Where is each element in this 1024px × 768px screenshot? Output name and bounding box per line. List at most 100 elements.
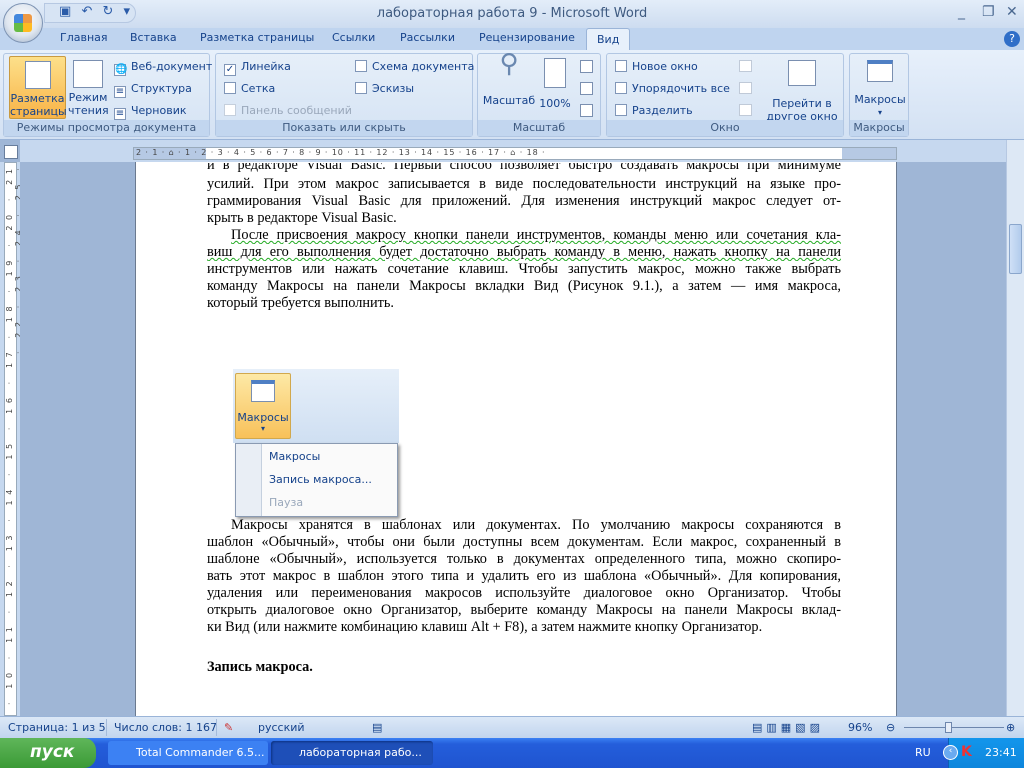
group-label: Режимы просмотра документа [4, 120, 209, 136]
window-title: лабораторная работа 9 - Microsoft Word [376, 6, 648, 21]
horizontal-ruler[interactable]: 2 · 1 · ⌂ · 1 · 2 · 3 · 4 · 5 · 6 · 7 · … [133, 147, 897, 160]
page-count[interactable]: Страница: 1 из 5 [8, 721, 106, 734]
draft-icon: ≡ [114, 108, 126, 120]
group-label: Окно [607, 120, 843, 136]
minimize-button[interactable]: _ [958, 4, 965, 20]
tab-page-layout[interactable]: Разметка страницы [200, 31, 314, 44]
close-button[interactable]: ✕ [1006, 4, 1018, 20]
ribbon: Разметка страницы Режим чтения 🌐 Веб-доку… [0, 50, 1024, 140]
thumbnails-checkbox[interactable]: Эскизы [355, 82, 414, 95]
macros-button[interactable]: Макросы ▾ [853, 60, 907, 119]
new-window-button[interactable]: Новое окно [615, 60, 698, 73]
system-tray: ‹ K 23:41 [943, 738, 1024, 768]
zoom-slider-thumb[interactable] [945, 722, 952, 733]
draft-button[interactable]: ≡ Черновик [114, 104, 187, 120]
message-bar-checkbox: Панель сообщений [224, 104, 352, 117]
group-macros: Макросы ▾ Макросы [849, 53, 909, 137]
tab-references[interactable]: Ссылки [332, 31, 375, 44]
help-icon[interactable]: ? [1004, 31, 1020, 47]
tab-review[interactable]: Рецензирование [479, 31, 575, 44]
vertical-scrollbar[interactable] [1006, 140, 1024, 716]
group-show-hide: ✓ Линейка Сетка Панель сообщений Схема до… [215, 53, 474, 137]
paragraph-3: Макросы хранятся в шаблонах или документ… [207, 517, 841, 635]
ruler-checkbox[interactable]: ✓ Линейка [224, 60, 291, 76]
kaspersky-icon[interactable]: K [961, 744, 972, 760]
tab-insert[interactable]: Вставка [130, 31, 177, 44]
macro-record-icon[interactable]: ▤ [372, 721, 382, 734]
checkmark-icon: ✓ [224, 64, 236, 76]
outline-icon: ≡ [114, 86, 126, 98]
page-icon [24, 61, 51, 89]
group-label: Макросы [850, 120, 908, 136]
language[interactable]: русский [258, 721, 305, 734]
view-buttons[interactable]: ▤▥▦▧▨ [752, 721, 824, 734]
clock: 23:41 [985, 746, 1017, 759]
page-100-icon [544, 58, 566, 88]
tab-home[interactable]: Главная [60, 31, 108, 44]
status-bar: Страница: 1 из 5 Число слов: 1 167 ✎ рус… [0, 716, 1024, 738]
outline-button[interactable]: ≡ Структура [114, 82, 192, 98]
save-icon[interactable]: ▣ [59, 4, 71, 19]
split-button[interactable]: Разделить [615, 104, 693, 117]
task-total-commander[interactable]: Total Commander 6.5... [108, 741, 268, 765]
zoom-button[interactable]: ⚲ Масштаб [482, 51, 536, 107]
split-icon [615, 104, 627, 116]
paragraph-1: и в редакторе Visual Basic. Первый спосо… [207, 163, 841, 226]
taskbar: пуск Total Commander 6.5... лабораторная… [0, 738, 1024, 768]
language-indicator[interactable]: RU [915, 746, 931, 759]
undo-icon[interactable]: ↶ [81, 4, 92, 19]
full-screen-reading-button[interactable]: Режим чтения [68, 56, 109, 119]
macros-icon [251, 380, 275, 402]
page-width-icon[interactable] [580, 104, 593, 117]
one-page-icon[interactable] [580, 60, 593, 73]
reset-position-icon [739, 104, 752, 116]
figure-macros-button: Макросы ▾ [235, 373, 291, 439]
group-window: Новое окно Упорядочить все Разделить Пер… [606, 53, 844, 137]
arrange-icon [615, 82, 627, 94]
group-label: Масштаб [478, 120, 600, 136]
office-button[interactable] [3, 3, 43, 43]
restore-button[interactable]: ❐ [982, 4, 995, 20]
menu-item-record-macro: Запись макроса... [269, 473, 372, 486]
figure-macros-menu: Макросы ▾ Макросы Запись макроса... Пауз… [233, 369, 399, 519]
zoom-slider[interactable] [904, 727, 1004, 728]
zoom-level[interactable]: 96% [848, 721, 872, 734]
arrange-all-button[interactable]: Упорядочить все [615, 82, 730, 95]
group-zoom: ⚲ Масштаб 100% Масштаб [477, 51, 601, 137]
menu-item-pause: Пауза [269, 496, 304, 509]
show-hidden-icons-button[interactable]: ‹ [943, 745, 958, 760]
document-page[interactable]: и в редакторе Visual Basic. Первый спосо… [135, 162, 897, 716]
web-layout-button[interactable]: 🌐 Веб-документ [114, 60, 212, 76]
redo-icon[interactable]: ↻ [102, 4, 113, 19]
word-count[interactable]: Число слов: 1 167 [114, 721, 217, 734]
tab-mailings[interactable]: Рассылки [400, 31, 455, 44]
two-pages-icon[interactable] [580, 82, 593, 95]
zoom-in-icon[interactable]: ⊕ [1006, 721, 1015, 734]
side-by-side-icon [739, 60, 752, 72]
windows-icon [788, 60, 816, 86]
gridlines-checkbox[interactable]: Сетка [224, 82, 275, 95]
document-map-checkbox[interactable]: Схема документа [355, 60, 474, 73]
book-icon [73, 60, 103, 88]
zoom-out-icon[interactable]: ⊖ [886, 721, 895, 734]
sync-scroll-icon [739, 82, 752, 94]
proofing-icon[interactable]: ✎ [224, 721, 233, 734]
group-label: Показать или скрыть [216, 120, 472, 136]
new-window-icon [615, 60, 627, 72]
ribbon-tabs: Главная Вставка Разметка страницы Ссылки… [0, 28, 1024, 51]
office-logo-icon [14, 14, 32, 32]
quick-access-toolbar: ▣ ↶ ↻ ▾ [44, 3, 136, 23]
vertical-ruler[interactable]: · 10 · 11 · 12 · 13 · 14 · 15 · 16 · 17 … [4, 162, 23, 716]
scroll-thumb[interactable] [1009, 224, 1022, 274]
macros-icon [867, 60, 893, 82]
menu-item-view-macros: Макросы [269, 450, 321, 463]
start-button[interactable]: пуск [0, 738, 96, 768]
tab-view[interactable]: Вид [586, 28, 631, 51]
print-layout-button[interactable]: Разметка страницы [9, 56, 67, 119]
tab-selector-button[interactable] [4, 145, 18, 159]
document-area: и в редакторе Visual Basic. Первый спосо… [20, 162, 1006, 716]
task-word[interactable]: лабораторная рабо... [271, 741, 433, 765]
figure-dropdown-menu: Макросы Запись макроса... Пауза [235, 443, 398, 517]
customize-qat-icon[interactable]: ▾ [124, 4, 131, 19]
zoom-100-button[interactable]: 100% [536, 58, 574, 110]
